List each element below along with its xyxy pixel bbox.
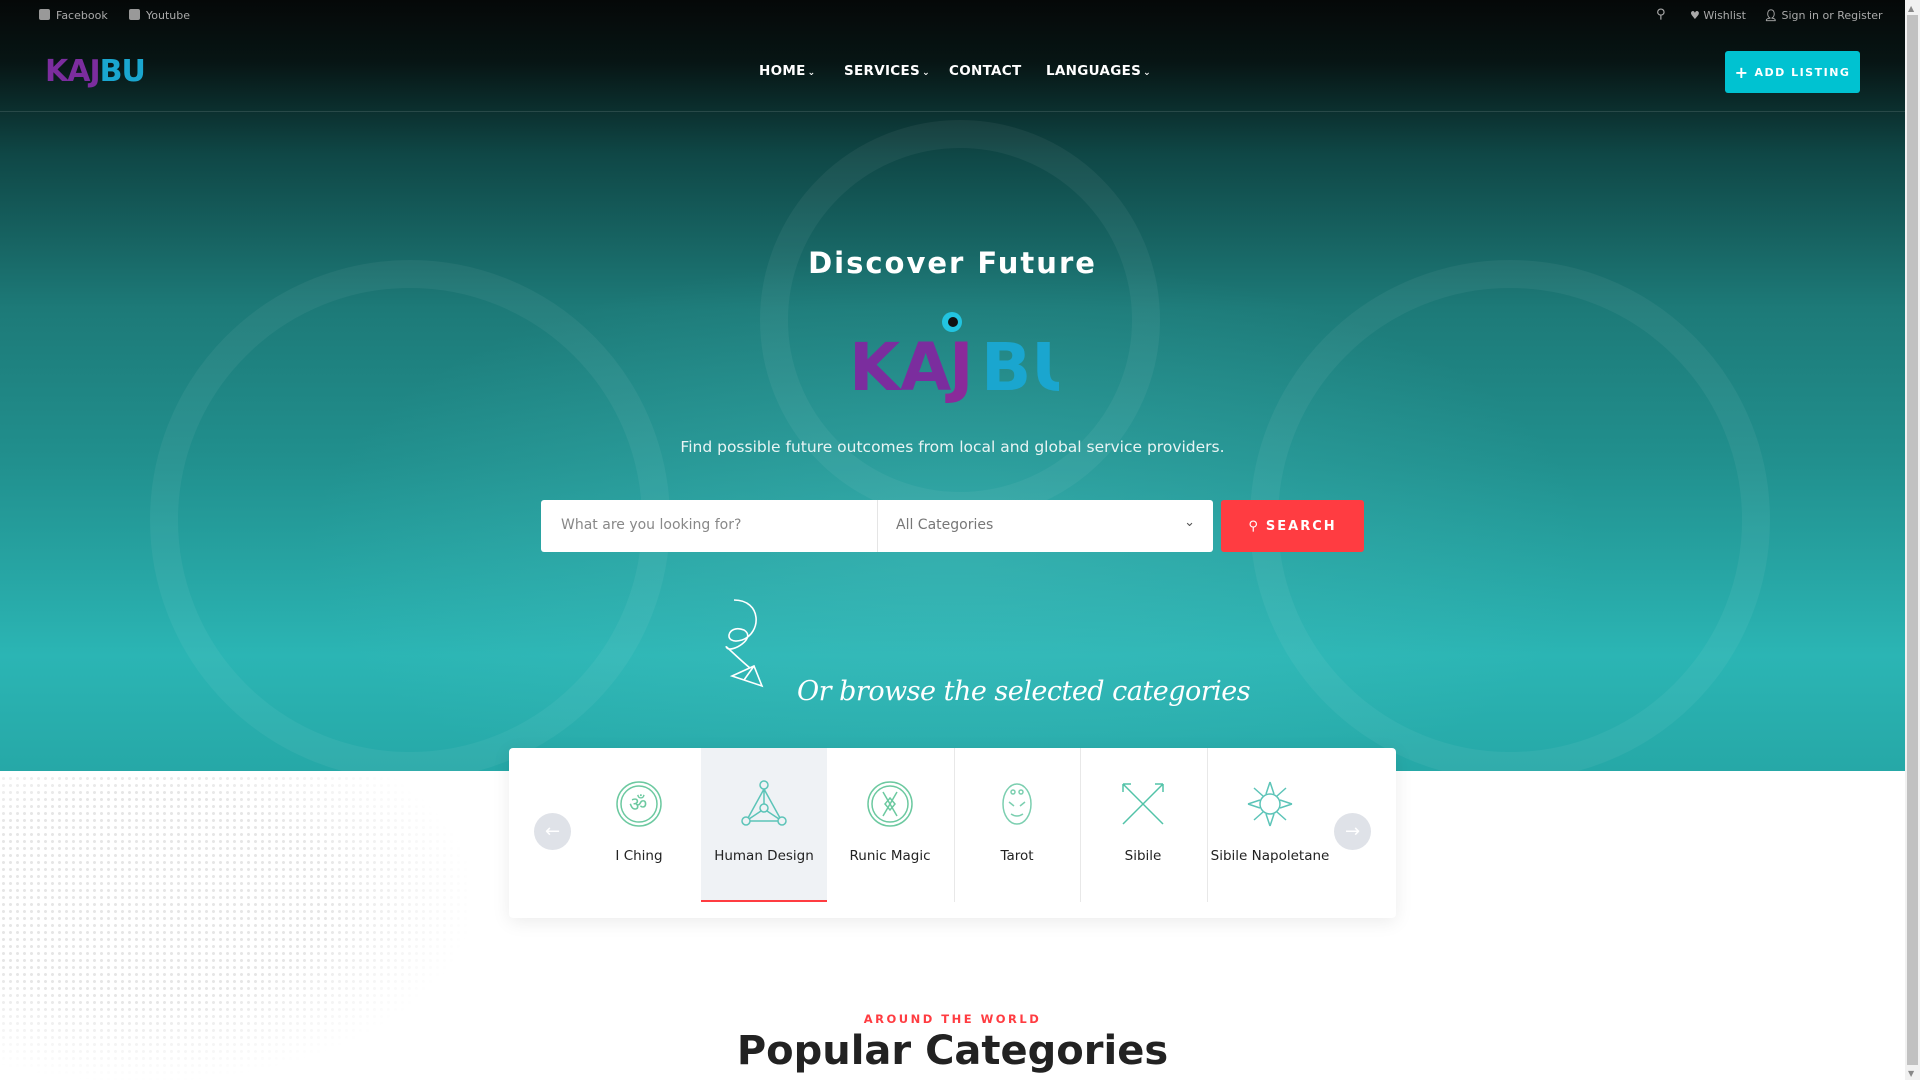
nav-languages[interactable]: LANGUAGES ⌄ <box>1046 63 1151 79</box>
category-select[interactable]: All Categories ⌄ <box>877 500 1213 552</box>
wishlist-link[interactable]: ♥ Wishlist <box>1690 9 1746 22</box>
hero-subtitle: Find possible future outcomes from local… <box>680 438 1225 456</box>
chevron-down-icon: ⌄ <box>1184 515 1195 530</box>
category-human-design[interactable]: Human Design <box>701 748 827 902</box>
hero-title: Discover Future <box>808 246 1097 280</box>
search-icon: ⚲ <box>1248 518 1260 534</box>
category-sibile-napoletane[interactable]: Sibile Napoletane <box>1207 748 1333 902</box>
facebook-icon <box>39 9 50 20</box>
nav-home[interactable]: HOME ⌄ <box>759 63 815 79</box>
svg-text:ॐ: ॐ <box>629 792 647 816</box>
scrollbar[interactable]: ▲ ▼ <box>1905 0 1920 1080</box>
site-logo[interactable]: KAJBU <box>45 54 146 89</box>
kajbu-logo: KA J BU <box>849 312 1059 405</box>
heart-icon: ♥ <box>1690 9 1700 22</box>
category-sibile[interactable]: Sibile <box>1080 748 1206 902</box>
arrow-left-icon: ← <box>544 821 561 842</box>
triangle-nodes-icon <box>741 780 787 826</box>
search-icon[interactable]: ⚲ <box>1656 7 1666 22</box>
search-button[interactable]: ⚲ SEARCH <box>1221 500 1364 552</box>
top-bar: Facebook Youtube ⚲ ♥ Wishlist 👤︎ Sign in… <box>0 6 1905 30</box>
plus-icon: + <box>1734 62 1750 82</box>
add-listing-button[interactable]: + ADD LISTING <box>1725 51 1860 93</box>
nav-contact[interactable]: CONTACT <box>949 63 1022 79</box>
svg-text:J: J <box>945 329 974 405</box>
arrow-right-icon: → <box>1344 821 1361 842</box>
carousel-next-button[interactable]: → <box>1334 813 1371 850</box>
youtube-icon <box>129 9 140 20</box>
section-title: Popular Categories <box>736 1028 1169 1074</box>
youtube-link[interactable]: Youtube <box>129 9 190 22</box>
category-carousel: ← ॐ I Ching Human Design Runic Magic Tar… <box>509 748 1396 918</box>
svg-text:KA: KA <box>849 329 951 405</box>
svg-text:BU: BU <box>981 329 1059 405</box>
category-i-ching[interactable]: ॐ I Ching <box>576 748 702 902</box>
user-icon: 👤︎ <box>1764 9 1778 22</box>
signin-link[interactable]: 👤︎ Sign in or Register <box>1764 9 1883 22</box>
arrow-doodle-icon <box>725 599 764 688</box>
om-icon: ॐ <box>616 781 662 827</box>
rune-icon <box>867 781 913 827</box>
section-kicker: AROUND THE WORLD <box>863 1012 1042 1026</box>
category-runic-magic[interactable]: Runic Magic <box>827 748 953 902</box>
crossed-arrows-icon <box>1122 783 1164 825</box>
category-tarot[interactable]: Tarot <box>954 748 1080 902</box>
search-input[interactable]: What are you looking for? <box>541 500 877 552</box>
facebook-link[interactable]: Facebook <box>39 9 108 22</box>
carousel-prev-button[interactable]: ← <box>534 813 571 850</box>
mask-icon <box>1002 783 1032 825</box>
header-divider <box>0 111 1905 112</box>
sun-icon <box>1247 781 1293 827</box>
nav-services[interactable]: SERVICES ⌄ <box>844 63 930 79</box>
browse-categories-text: Or browse the selected categories <box>797 676 1251 707</box>
